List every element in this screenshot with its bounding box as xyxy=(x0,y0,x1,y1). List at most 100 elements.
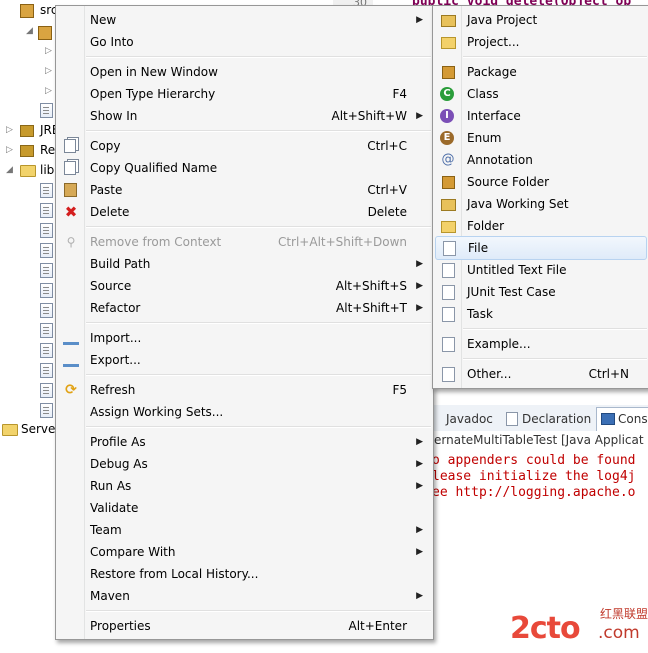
menu-item-properties[interactable]: Properties Alt+Enter xyxy=(58,615,431,637)
menu-item-source[interactable]: Source Alt+Shift+S ▶ xyxy=(58,275,431,297)
file-icon xyxy=(443,241,456,256)
submenu-item-source-folder[interactable]: Source Folder xyxy=(435,171,647,193)
menu-item-paste[interactable]: Paste Ctrl+V xyxy=(58,179,431,201)
junit-icon xyxy=(442,285,455,300)
menu-item-maven[interactable]: Maven ▶ xyxy=(58,585,431,607)
submenu-item-example[interactable]: Example... xyxy=(435,333,647,355)
menu-item-label: Package xyxy=(467,65,517,79)
menu-item-open-type-hierarchy[interactable]: Open Type Hierarchy F4 xyxy=(58,83,431,105)
menu-item-team[interactable]: Team ▶ xyxy=(58,519,431,541)
submenu-item-package[interactable]: Package xyxy=(435,61,647,83)
menu-item-label: Run As xyxy=(90,479,132,493)
menu-item-shortcut: Alt+Shift+S xyxy=(335,279,407,293)
submenu-item-enum[interactable]: E Enum xyxy=(435,127,647,149)
menu-item-validate[interactable]: Validate xyxy=(58,497,431,519)
submenu-item-java-working-set[interactable]: Java Working Set xyxy=(435,193,647,215)
menu-item-profile-as[interactable]: Profile As ▶ xyxy=(58,431,431,453)
jar-file-icon[interactable] xyxy=(40,183,53,198)
collapse-arrow-icon[interactable]: ▷ xyxy=(45,86,52,96)
menu-item-build-path[interactable]: Build Path ▶ xyxy=(58,253,431,275)
menu-item-refresh[interactable]: ⟳ Refresh F5 xyxy=(58,379,431,401)
xml-file-icon[interactable] xyxy=(40,103,53,118)
jar-file-icon[interactable] xyxy=(40,323,53,338)
submenu-arrow-icon: ▶ xyxy=(416,303,423,313)
menu-separator xyxy=(86,226,431,228)
jar-file-icon[interactable] xyxy=(40,383,53,398)
submenu-item-folder[interactable]: Folder xyxy=(435,215,647,237)
menu-item-remove-from-context[interactable]: ⚲ Remove from Context Ctrl+Alt+Shift+Dow… xyxy=(58,231,431,253)
submenu-item-interface[interactable]: I Interface xyxy=(435,105,647,127)
submenu-item-class[interactable]: C Class xyxy=(435,83,647,105)
tab-javadoc[interactable]: Javadoc xyxy=(446,409,493,429)
annotation-icon: @ xyxy=(441,152,455,167)
project-icon xyxy=(441,37,456,49)
menu-item-compare-with[interactable]: Compare With ▶ xyxy=(58,541,431,563)
menu-item-delete[interactable]: ✖ Delete Delete xyxy=(58,201,431,223)
refresh-icon: ⟳ xyxy=(65,382,77,398)
menu-item-label: Open in New Window xyxy=(90,65,218,79)
submenu-item-task[interactable]: Task xyxy=(435,303,647,325)
menu-item-show-in[interactable]: Show In Alt+Shift+W ▶ xyxy=(58,105,431,127)
submenu-item-annotation[interactable]: @ Annotation xyxy=(435,149,647,171)
menu-item-export[interactable]: Export... xyxy=(58,349,431,371)
menu-item-label: Folder xyxy=(467,219,505,233)
menu-item-debug-as[interactable]: Debug As ▶ xyxy=(58,453,431,475)
submenu-item-untitled-text-file[interactable]: Untitled Text File xyxy=(435,259,647,281)
submenu-arrow-icon: ▶ xyxy=(416,15,423,25)
menu-item-label: Project... xyxy=(467,35,520,49)
menu-item-open-in-new-window[interactable]: Open in New Window xyxy=(58,61,431,83)
expand-icon[interactable]: ◢ xyxy=(26,26,33,36)
menu-item-go-into[interactable]: Go Into xyxy=(58,31,431,53)
jar-file-icon[interactable] xyxy=(40,223,53,238)
menu-item-label: Java Working Set xyxy=(467,197,569,211)
menu-item-label: Refactor xyxy=(90,301,141,315)
menu-item-restore-from-local-history[interactable]: Restore from Local History... xyxy=(58,563,431,585)
expand-icon: ◢ xyxy=(6,165,13,175)
submenu-item-junit-test-case[interactable]: JUnit Test Case xyxy=(435,281,647,303)
menu-item-label: Interface xyxy=(467,109,521,123)
menu-item-refactor[interactable]: Refactor Alt+Shift+T ▶ xyxy=(58,297,431,319)
submenu-item-file[interactable]: File xyxy=(435,236,647,260)
jar-file-icon[interactable] xyxy=(40,203,53,218)
jar-file-icon[interactable] xyxy=(40,243,53,258)
library-icon xyxy=(20,125,34,137)
tab-declaration[interactable]: Declaration xyxy=(522,409,591,429)
submenu-item-project[interactable]: Project... xyxy=(435,31,647,53)
menu-item-copy[interactable]: Copy Ctrl+C xyxy=(58,135,431,157)
paste-icon xyxy=(64,183,77,197)
jar-file-icon[interactable] xyxy=(40,283,53,298)
menu-item-shortcut: Ctrl+V xyxy=(367,183,407,197)
menu-item-new[interactable]: New ▶ xyxy=(58,9,431,31)
jar-file-icon[interactable] xyxy=(40,363,53,378)
menu-item-label: Profile As xyxy=(90,435,146,449)
menu-item-copy-qualified-name[interactable]: Copy Qualified Name xyxy=(58,157,431,179)
menu-item-run-as[interactable]: Run As ▶ xyxy=(58,475,431,497)
bottom-panel-tabs: Javadoc Declaration Cons xyxy=(432,405,648,432)
jar-file-icon[interactable] xyxy=(40,343,53,358)
menu-item-label: Maven xyxy=(90,589,130,603)
submenu-arrow-icon: ▶ xyxy=(416,111,423,121)
menu-item-label: Task xyxy=(467,307,493,321)
collapse-arrow-icon[interactable]: ▷ xyxy=(45,66,52,76)
jar-file-icon[interactable] xyxy=(40,263,53,278)
jar-file-icon[interactable] xyxy=(40,403,53,418)
menu-item-label: Other... xyxy=(467,367,512,381)
menu-item-import[interactable]: Import... xyxy=(58,327,431,349)
console-line: lease initialize the log4j xyxy=(432,469,636,484)
menu-item-label: Team xyxy=(90,523,122,537)
submenu-item-other[interactable]: Other... Ctrl+N xyxy=(435,363,647,385)
new-submenu: Java Project Project... Package C Class … xyxy=(432,5,648,389)
tab-console[interactable]: Cons xyxy=(618,409,648,429)
collapse-arrow-icon[interactable]: ▷ xyxy=(45,46,52,56)
menu-item-assign-working-sets[interactable]: Assign Working Sets... xyxy=(58,401,431,423)
declaration-icon xyxy=(506,412,518,426)
menu-item-label: Paste xyxy=(90,183,123,197)
submenu-item-java-project[interactable]: Java Project xyxy=(435,9,647,31)
menu-separator xyxy=(463,56,647,58)
submenu-arrow-icon: ▶ xyxy=(416,547,423,557)
menu-item-label: Example... xyxy=(467,337,531,351)
remove-context-icon: ⚲ xyxy=(66,235,76,249)
package-icon xyxy=(442,66,455,79)
jar-file-icon[interactable] xyxy=(40,303,53,318)
menu-item-label: Copy Qualified Name xyxy=(90,161,218,175)
